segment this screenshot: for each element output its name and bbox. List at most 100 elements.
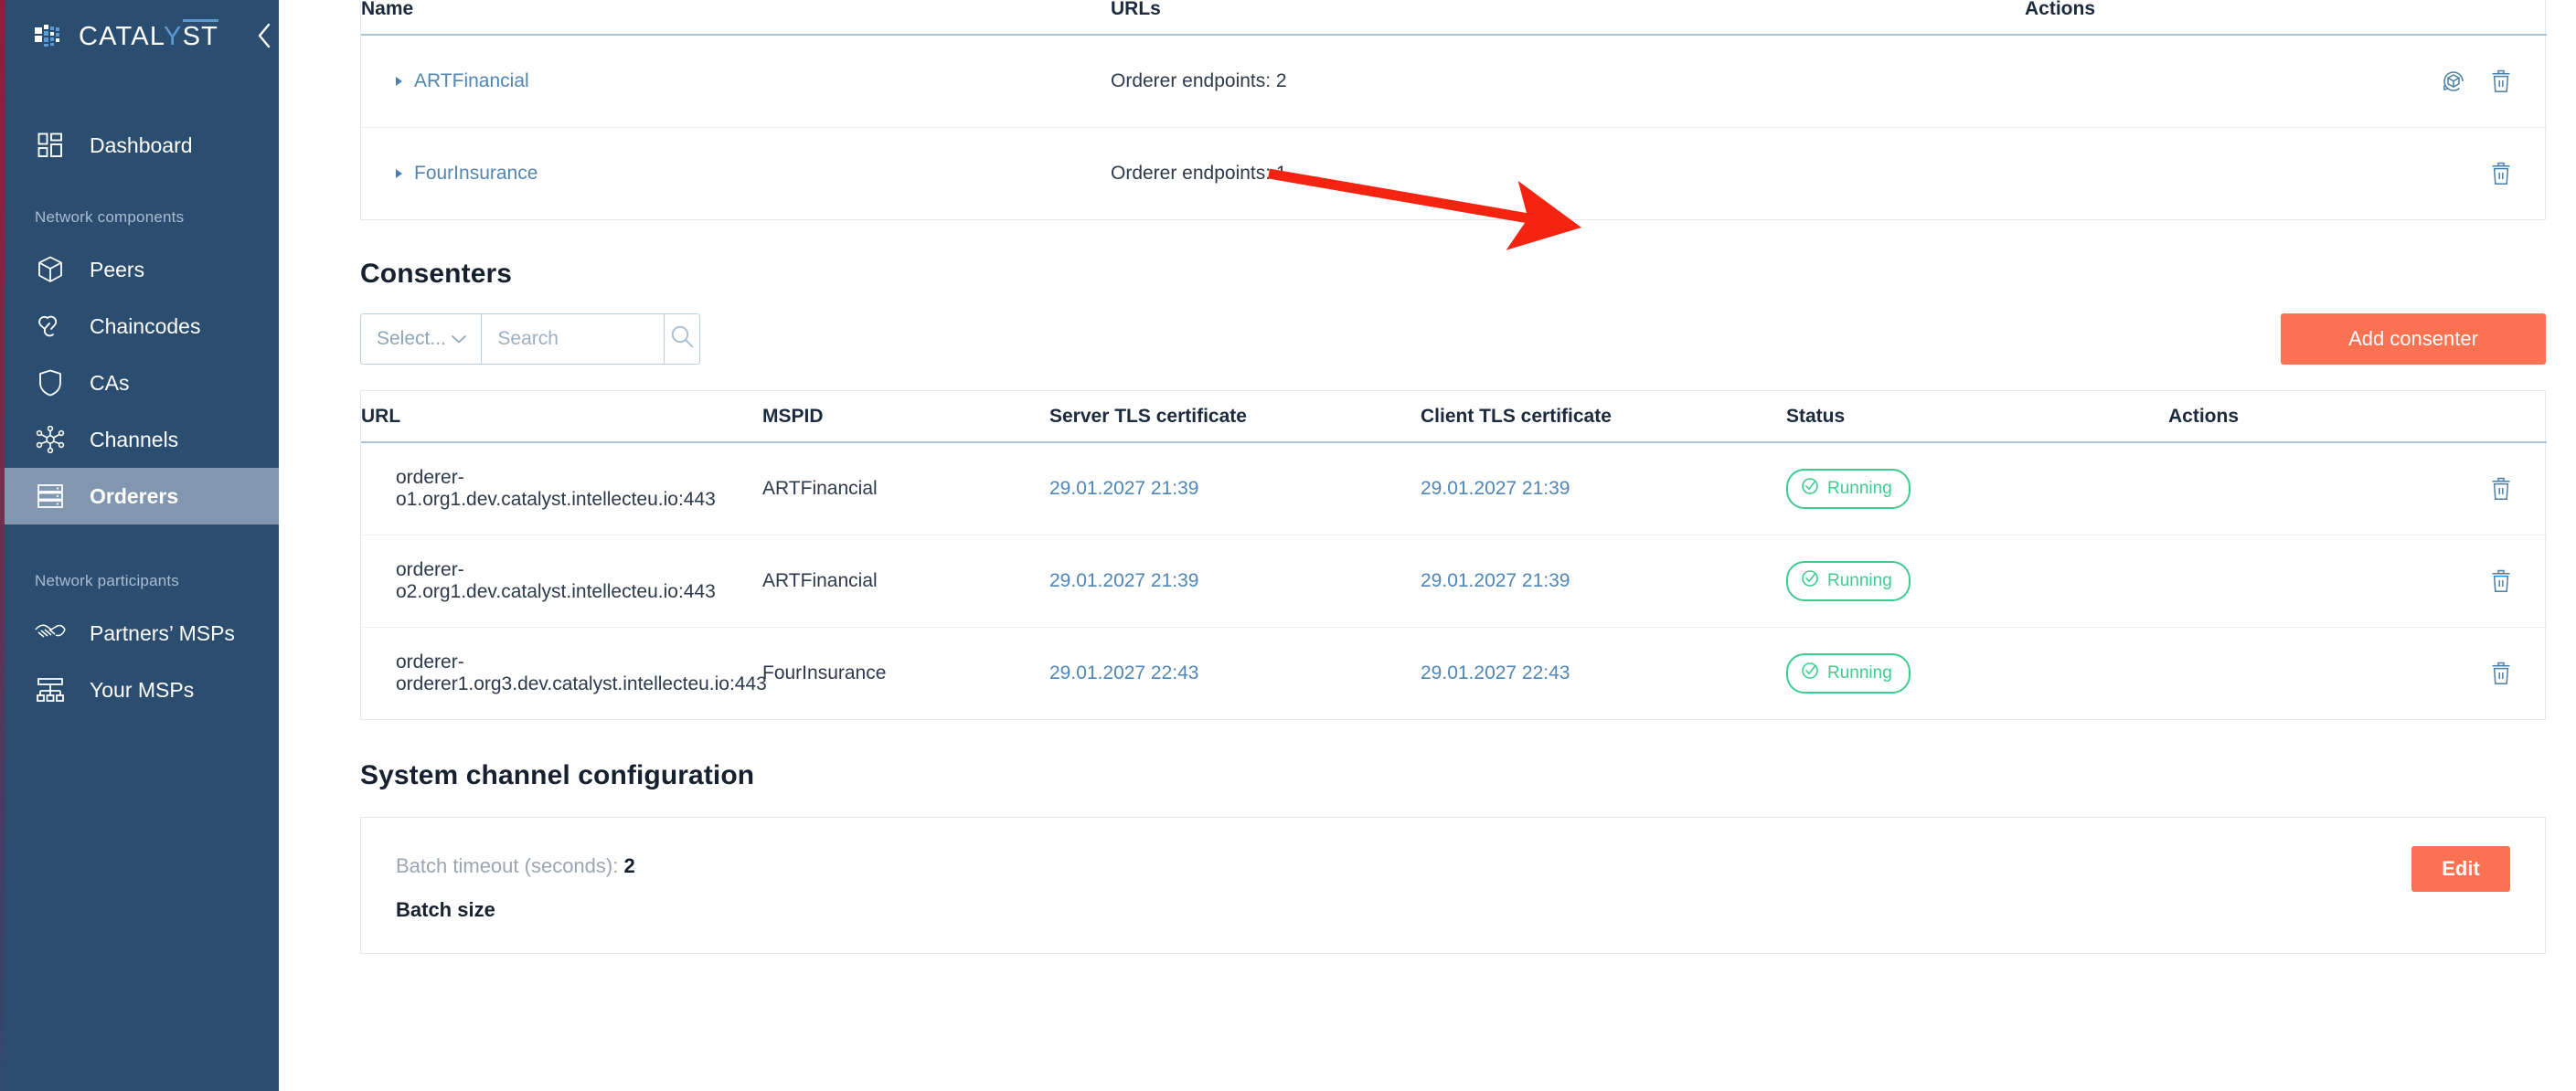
consenters-heading: Consenters	[360, 259, 513, 289]
sidebar-group-network-participants: Network participants	[35, 572, 180, 589]
consenters-toolbar: Select... Add consenter	[360, 313, 2546, 365]
consenter-mspid-cell: FourInsurance	[762, 662, 887, 683]
sidebar-accent-edge	[0, 0, 5, 1091]
brand-suffix: ST	[182, 19, 219, 52]
column-header-actions: Actions	[2168, 405, 2240, 427]
mspid-select[interactable]: Select...	[361, 314, 483, 364]
edit-button[interactable]: Edit	[2411, 846, 2510, 892]
delete-icon[interactable]	[2490, 661, 2512, 686]
server-tls-link[interactable]: 29.01.2027 22:43	[1049, 662, 1199, 683]
network-nodes-icon	[35, 424, 66, 455]
orderer-name-cell[interactable]: ARTFinancial	[361, 35, 1111, 127]
sidebar-item-orderers[interactable]: Orderers	[0, 468, 279, 524]
sidebar-item-partners-msps[interactable]: Partners’ MSPs	[0, 605, 279, 662]
server-stack-icon	[35, 481, 66, 512]
consenter-client-tls-cell: 29.01.2027 21:39	[1421, 442, 1786, 535]
consenter-mspid-cell: ARTFinancial	[762, 477, 878, 499]
consenter-client-tls-cell: 29.01.2027 21:39	[1421, 535, 1786, 627]
restart-icon[interactable]	[2441, 69, 2466, 94]
batch-timeout-value: 2	[623, 854, 635, 877]
column-header-actions: Actions	[2025, 0, 2096, 19]
consenter-mspid-cell: ARTFinancial	[762, 569, 878, 591]
table-row: ARTFinancial Orderer endpoints: 2	[361, 35, 2547, 127]
orderer-name-link[interactable]: ARTFinancial	[414, 70, 529, 91]
orderers-table: Name URLs Actions ARTFinancial Orderer e…	[361, 0, 2547, 219]
batch-timeout-label: Batch timeout (seconds):	[396, 854, 619, 877]
delete-icon[interactable]	[2490, 476, 2512, 502]
sidebar-item-peers[interactable]: Peers	[0, 241, 279, 298]
sidebar-item-chaincodes[interactable]: Chaincodes	[0, 298, 279, 355]
consenters-filter-bar: Select...	[360, 313, 700, 365]
brand-title: CATALYST	[79, 19, 219, 52]
search-field-wrap	[482, 314, 665, 364]
batch-timeout-row: Batch timeout (seconds): 2	[396, 854, 2545, 878]
client-tls-link[interactable]: 29.01.2027 22:43	[1421, 662, 1570, 683]
shield-icon	[35, 367, 66, 398]
column-header-mspid: MSPID	[762, 405, 824, 427]
server-tls-link[interactable]: 29.01.2027 21:39	[1049, 570, 1199, 591]
main-content: Name URLs Actions ARTFinancial Orderer e…	[279, 0, 2576, 1091]
search-icon	[670, 324, 695, 354]
sidebar-item-dashboard[interactable]: Dashboard	[0, 117, 279, 174]
link-chain-icon	[35, 311, 66, 342]
orderer-actions-cell	[2025, 35, 2547, 127]
expand-caret-icon[interactable]	[396, 169, 402, 179]
orderers-table-card: Name URLs Actions ARTFinancial Orderer e…	[360, 0, 2547, 220]
search-button[interactable]	[665, 314, 699, 364]
consenter-actions-cell	[2168, 535, 2547, 627]
status-label: Running	[1827, 478, 1892, 498]
sidebar-item-your-msps[interactable]: Your MSPs	[0, 662, 279, 718]
sidebar-item-label: Orderers	[90, 483, 179, 508]
sidebar-item-channels[interactable]: Channels	[0, 411, 279, 468]
mspid-select-value: Select...	[377, 328, 446, 349]
consenter-server-tls-cell: 29.01.2027 21:39	[1049, 442, 1421, 535]
search-input[interactable]	[497, 328, 665, 350]
consenter-actions-cell	[2168, 627, 2547, 719]
sidebar-item-label: Dashboard	[90, 132, 193, 157]
status-badge: Running	[1786, 560, 1911, 601]
app-root: CATALYST Dashboard Network components Pe…	[0, 0, 2576, 1091]
consenters-header-row: URL MSPID Server TLS certificate Client …	[361, 391, 2547, 442]
sidebar-item-label: CAs	[90, 370, 130, 395]
sidebar: CATALYST Dashboard Network components Pe…	[0, 0, 279, 1091]
server-tls-link[interactable]: 29.01.2027 21:39	[1049, 478, 1199, 499]
chevron-left-icon[interactable]	[251, 23, 277, 48]
status-badge: Running	[1786, 652, 1911, 694]
orderer-name-cell[interactable]: FourInsurance	[361, 127, 1111, 219]
client-tls-link[interactable]: 29.01.2027 21:39	[1421, 478, 1570, 499]
sidebar-item-label: Your MSPs	[90, 677, 195, 702]
consenters-table: URL MSPID Server TLS certificate Client …	[361, 391, 2547, 719]
table-row: orderer-o1.org1.dev.catalyst.intellecteu…	[361, 442, 2547, 535]
check-circle-icon	[1801, 569, 1819, 593]
cube-icon	[35, 254, 66, 285]
check-circle-icon	[1801, 662, 1819, 685]
delete-icon[interactable]	[2490, 69, 2512, 94]
consenter-status-cell: Running	[1786, 627, 2168, 719]
consenter-server-tls-cell: 29.01.2027 21:39	[1049, 535, 1421, 627]
delete-icon[interactable]	[2490, 568, 2512, 594]
consenter-url-cell: orderer-o2.org1.dev.catalyst.intellecteu…	[396, 558, 716, 602]
consenter-url-cell: orderer-orderer1.org3.dev.catalyst.intel…	[396, 651, 767, 694]
sidebar-item-cas[interactable]: CAs	[0, 355, 279, 411]
column-header-server-tls: Server TLS certificate	[1049, 405, 1247, 427]
system-channel-card: Batch timeout (seconds): 2 Batch size Ed…	[360, 817, 2546, 954]
add-consenter-button[interactable]: Add consenter	[2281, 313, 2546, 365]
status-label: Running	[1827, 662, 1892, 683]
column-header-status: Status	[1786, 405, 1846, 427]
system-channel-heading: System channel configuration	[360, 760, 755, 790]
catalyst-cube-logo-icon	[35, 24, 66, 48]
content-column: Name URLs Actions ARTFinancial Orderer e…	[360, 0, 2547, 954]
sidebar-group-network-components: Network components	[35, 208, 185, 226]
brand-prefix: CATAL	[79, 22, 165, 51]
consenter-status-cell: Running	[1786, 442, 2168, 535]
chevron-down-icon	[451, 328, 467, 350]
system-channel-body: Batch timeout (seconds): 2 Batch size	[361, 818, 2545, 922]
dashboard-grid-icon	[35, 130, 66, 161]
handshake-icon	[35, 618, 66, 649]
expand-caret-icon[interactable]	[396, 77, 402, 87]
orderer-actions-cell	[2025, 127, 2547, 219]
client-tls-link[interactable]: 29.01.2027 21:39	[1421, 570, 1570, 591]
delete-icon[interactable]	[2490, 161, 2512, 186]
orderer-name-link[interactable]: FourInsurance	[414, 163, 538, 184]
batch-size-label: Batch size	[396, 898, 495, 921]
